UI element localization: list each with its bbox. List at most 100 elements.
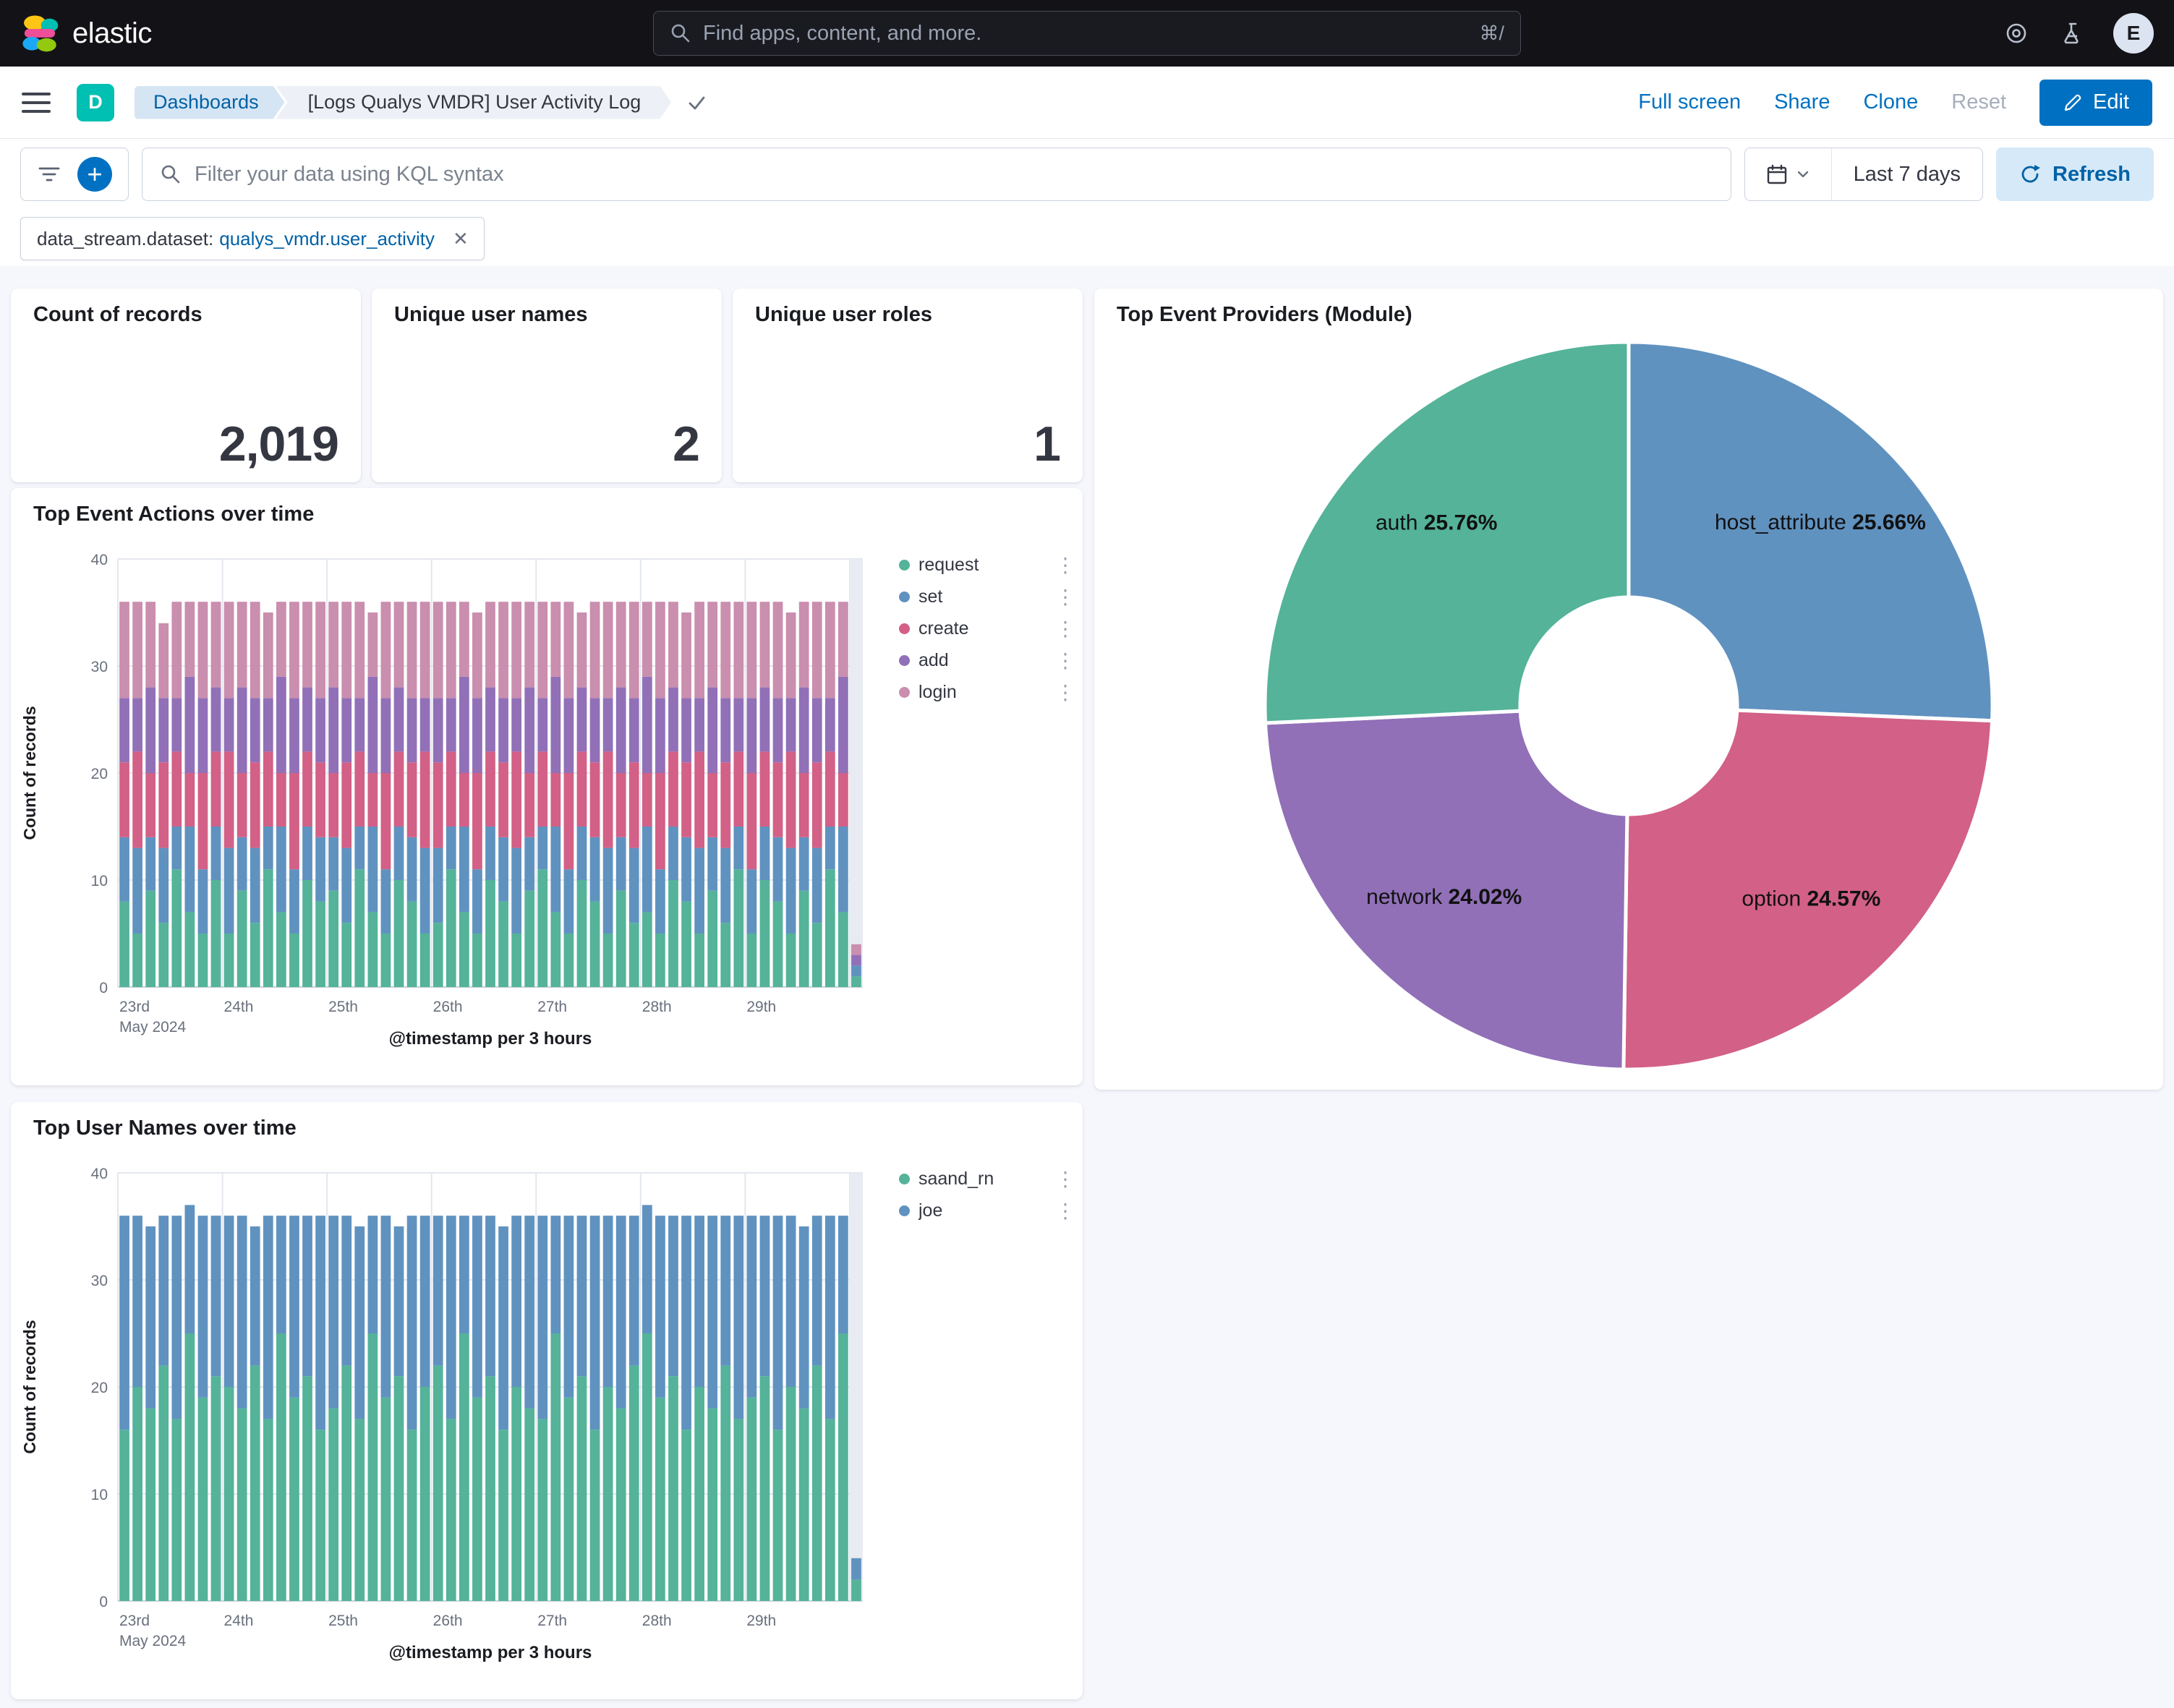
bar-request[interactable]	[485, 880, 495, 987]
bar-set[interactable]	[250, 848, 260, 923]
bar-add[interactable]	[158, 698, 169, 762]
bar-saand_rn[interactable]	[145, 1409, 155, 1601]
bar-request[interactable]	[407, 902, 417, 987]
legend-actions-icon[interactable]: ⋮	[1055, 1167, 1075, 1191]
bar-login[interactable]	[171, 602, 182, 698]
bar-add[interactable]	[655, 698, 665, 773]
bar-add[interactable]	[838, 677, 848, 773]
bar-add[interactable]	[171, 698, 182, 751]
bar-login[interactable]	[289, 602, 299, 698]
bar-set[interactable]	[302, 827, 312, 880]
bar-request[interactable]	[211, 880, 221, 987]
bar-set[interactable]	[838, 827, 848, 912]
bar-request[interactable]	[720, 923, 730, 987]
bar-saand_rn[interactable]	[433, 1365, 443, 1601]
bar-request[interactable]	[603, 934, 613, 987]
bar-set[interactable]	[760, 827, 770, 880]
bar-set[interactable]	[394, 827, 404, 880]
bar-joe[interactable]	[224, 1216, 234, 1387]
bar-add[interactable]	[472, 698, 482, 773]
bar-create[interactable]	[760, 751, 770, 827]
bar-add[interactable]	[511, 698, 521, 751]
bar-joe[interactable]	[851, 1558, 861, 1580]
legend-item-create[interactable]: create⋮	[899, 618, 1075, 639]
bar-set[interactable]	[315, 837, 325, 902]
bar-add[interactable]	[603, 698, 613, 751]
bar-request[interactable]	[289, 934, 299, 987]
bar-add[interactable]	[328, 688, 338, 773]
bar-login[interactable]	[328, 602, 338, 687]
time-range-value[interactable]: Last 7 days	[1832, 163, 1982, 187]
bar-set[interactable]	[537, 827, 547, 869]
bar-add[interactable]	[550, 677, 560, 773]
bar-joe[interactable]	[198, 1216, 208, 1398]
bar-create[interactable]	[616, 773, 626, 837]
bar-saand_rn[interactable]	[799, 1409, 809, 1601]
bar-login[interactable]	[341, 602, 351, 698]
bar-request[interactable]	[341, 923, 351, 987]
bar-set[interactable]	[211, 827, 221, 880]
bar-saand_rn[interactable]	[302, 1376, 312, 1601]
bar-login[interactable]	[694, 602, 704, 698]
bar-request[interactable]	[838, 912, 848, 987]
bar-login[interactable]	[733, 602, 743, 698]
bar-joe[interactable]	[420, 1216, 430, 1387]
bar-saand_rn[interactable]	[289, 1398, 299, 1601]
bar-chart-user-names[interactable]: 01020304023rdMay 202424th25th26th27th28t…	[17, 1147, 884, 1653]
bar-joe[interactable]	[289, 1216, 299, 1398]
bar-add[interactable]	[668, 688, 678, 752]
bar-set[interactable]	[237, 837, 247, 891]
bar-set[interactable]	[158, 848, 169, 923]
bar-request[interactable]	[825, 869, 835, 987]
bar-create[interactable]	[132, 751, 142, 847]
bar-login[interactable]	[655, 602, 665, 698]
bar-saand_rn[interactable]	[825, 1419, 835, 1601]
bar-joe[interactable]	[550, 1216, 560, 1333]
bar-login[interactable]	[119, 602, 129, 698]
bar-create[interactable]	[407, 762, 417, 837]
bar-set[interactable]	[668, 827, 678, 880]
bar-request[interactable]	[250, 923, 260, 987]
legend-actions-icon[interactable]: ⋮	[1055, 1199, 1075, 1223]
bar-create[interactable]	[812, 762, 822, 847]
legend-actions-icon[interactable]: ⋮	[1055, 585, 1075, 609]
check-icon[interactable]	[686, 92, 707, 114]
bar-set[interactable]	[498, 837, 508, 902]
bar-joe[interactable]	[694, 1216, 704, 1387]
bar-set[interactable]	[642, 827, 652, 912]
bar-set[interactable]	[511, 848, 521, 934]
bar-saand_rn[interactable]	[681, 1430, 691, 1601]
bar-joe[interactable]	[171, 1216, 182, 1419]
bar-login[interactable]	[825, 602, 835, 698]
bar-saand_rn[interactable]	[733, 1419, 743, 1601]
bar-saand_rn[interactable]	[341, 1365, 351, 1601]
bar-add[interactable]	[250, 698, 260, 762]
bar-joe[interactable]	[642, 1205, 652, 1333]
bar-joe[interactable]	[747, 1216, 757, 1398]
bar-create[interactable]	[838, 773, 848, 827]
global-search[interactable]: ⌘/	[653, 11, 1521, 56]
bar-create[interactable]	[799, 773, 809, 837]
remove-filter-icon[interactable]: ✕	[446, 224, 475, 253]
bar-add[interactable]	[341, 698, 351, 762]
bar-saand_rn[interactable]	[276, 1333, 286, 1601]
bar-create[interactable]	[511, 751, 521, 847]
bar-request[interactable]	[198, 934, 208, 987]
bar-joe[interactable]	[446, 1216, 456, 1419]
bar-saand_rn[interactable]	[211, 1376, 221, 1601]
bar-request[interactable]	[237, 891, 247, 987]
legend-item-add[interactable]: add⋮	[899, 650, 1075, 670]
bar-request[interactable]	[354, 869, 365, 987]
bar-create[interactable]	[564, 773, 574, 869]
bar-saand_rn[interactable]	[616, 1409, 626, 1601]
bar-joe[interactable]	[211, 1216, 221, 1376]
bar-set[interactable]	[459, 827, 469, 912]
bar-request[interactable]	[132, 934, 142, 987]
bar-create[interactable]	[524, 773, 534, 837]
bar-create[interactable]	[171, 751, 182, 827]
bar-login[interactable]	[550, 602, 560, 677]
bar-create[interactable]	[694, 751, 704, 847]
bar-login[interactable]	[603, 602, 613, 698]
bar-login[interactable]	[446, 602, 456, 698]
labs-flask-icon[interactable]	[2057, 17, 2089, 49]
